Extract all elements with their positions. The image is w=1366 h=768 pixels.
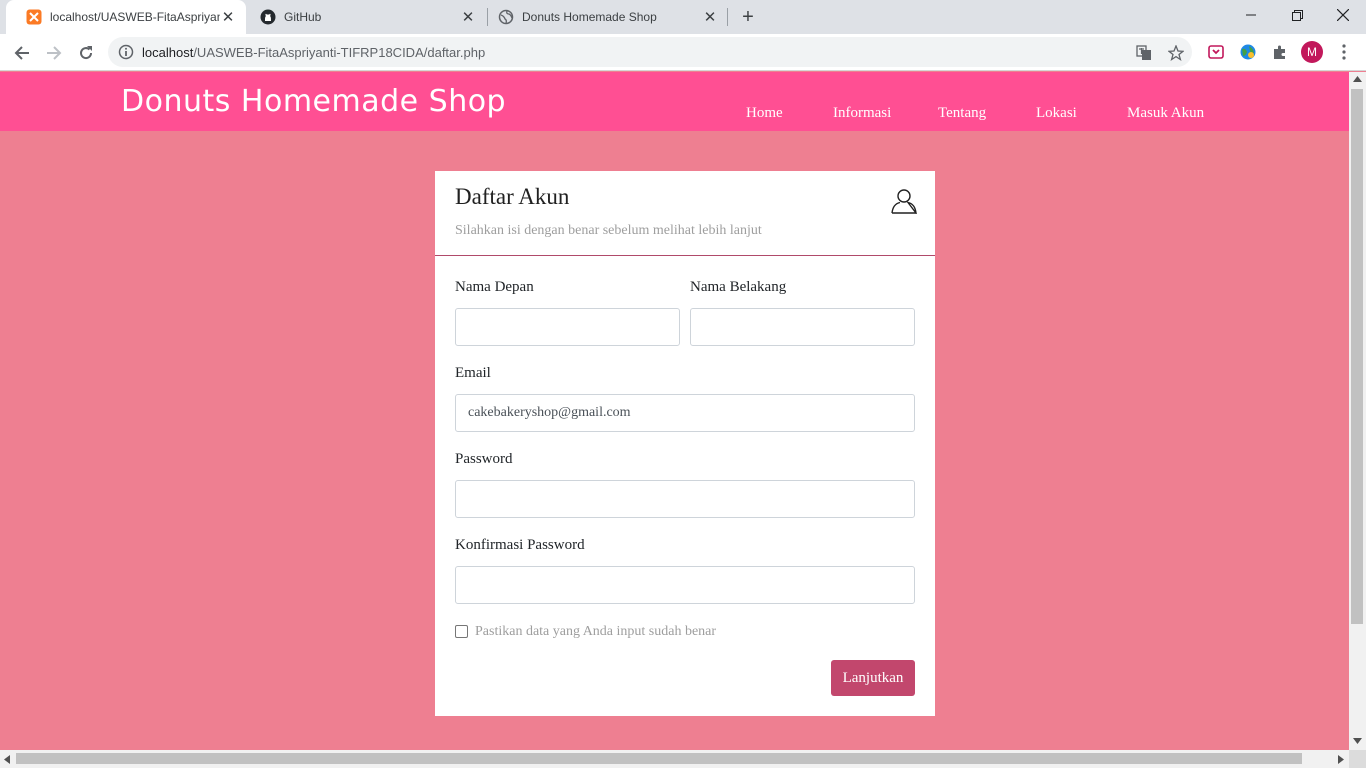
- address-bar[interactable]: localhost/UASWEB-FitaAspriyanti-TIFRP18C…: [108, 37, 1192, 67]
- globe-icon: [498, 9, 514, 25]
- vertical-scroll-thumb[interactable]: [1351, 89, 1363, 624]
- browser-toolbar: localhost/UASWEB-FitaAspriyanti-TIFRP18C…: [0, 34, 1366, 71]
- form-title: Daftar Akun: [455, 184, 570, 209]
- confirm-data-label: Pastikan data yang Anda input sudah bena…: [475, 624, 717, 639]
- close-tab-icon[interactable]: ✕: [702, 9, 718, 26]
- xampp-icon: [26, 9, 42, 25]
- site-brand[interactable]: Donuts Homemade Shop: [121, 84, 506, 119]
- browser-menu-icon[interactable]: [1336, 42, 1352, 62]
- horizontal-scrollbar[interactable]: [0, 750, 1349, 768]
- submit-button[interactable]: Lanjutkan: [831, 660, 915, 696]
- url-text: localhost/UASWEB-FitaAspriyanti-TIFRP18C…: [142, 45, 485, 60]
- url-host: localhost: [142, 45, 194, 60]
- close-tab-icon[interactable]: ✕: [220, 9, 236, 26]
- password-label: Password: [455, 451, 513, 467]
- restore-icon[interactable]: [1274, 0, 1320, 30]
- nav-masuk-akun[interactable]: Masuk Akun: [1127, 105, 1204, 122]
- tab-title: Donuts Homemade Shop: [522, 10, 657, 24]
- scroll-up-icon[interactable]: [1353, 76, 1362, 82]
- email-label: Email: [455, 365, 491, 381]
- browser-tab-daftar[interactable]: localhost/UASWEB-FitaAspriyanti-TIFRP18C…: [6, 0, 246, 34]
- globe-extension-icon[interactable]: [1238, 42, 1258, 62]
- nav-home[interactable]: Home: [746, 105, 783, 122]
- nav-tentang[interactable]: Tentang: [938, 105, 986, 122]
- vertical-scrollbar[interactable]: [1349, 72, 1366, 750]
- profile-avatar[interactable]: M: [1301, 41, 1323, 63]
- site-header: Donuts Homemade Shop Home Informasi Tent…: [0, 72, 1349, 131]
- first-name-label: Nama Depan: [455, 279, 534, 295]
- info-icon[interactable]: [118, 44, 134, 60]
- forward-icon[interactable]: [40, 39, 68, 67]
- nav-lokasi[interactable]: Lokasi: [1036, 105, 1077, 122]
- translate-icon[interactable]: [1135, 44, 1153, 62]
- password-input[interactable]: [455, 480, 915, 518]
- form-subtitle: Silahkan isi dengan benar sebelum meliha…: [455, 223, 762, 238]
- nav-informasi[interactable]: Informasi: [833, 105, 891, 122]
- tab-title: localhost/UASWEB-FitaAspriyanti-TIFRP18C…: [50, 10, 220, 24]
- confirm-password-input[interactable]: [455, 566, 915, 604]
- extensions-puzzle-icon[interactable]: [1270, 42, 1290, 62]
- browser-tab-donuts[interactable]: Donuts Homemade Shop ✕: [478, 0, 728, 34]
- close-window-icon[interactable]: [1320, 0, 1366, 30]
- bookmark-star-icon[interactable]: [1167, 44, 1185, 62]
- user-icon: [891, 188, 917, 216]
- scroll-left-icon[interactable]: [4, 755, 10, 764]
- url-path: /UASWEB-FitaAspriyanti-TIFRP18CIDA/dafta…: [193, 45, 486, 60]
- new-tab-icon[interactable]: +: [736, 5, 760, 29]
- tab-separator: [727, 8, 728, 26]
- last-name-label: Nama Belakang: [690, 279, 787, 295]
- confirm-password-label: Konfirmasi Password: [455, 537, 585, 553]
- register-card: Daftar Akun Silahkan isi dengan benar se…: [435, 171, 935, 716]
- reload-icon[interactable]: [72, 39, 100, 67]
- browser-tab-github[interactable]: GitHub ✕: [240, 0, 486, 34]
- scrollbar-corner: [1349, 750, 1366, 768]
- pocket-extension-icon[interactable]: [1206, 42, 1226, 62]
- last-name-input[interactable]: [690, 308, 915, 346]
- tab-title: GitHub: [284, 10, 322, 24]
- scroll-down-icon[interactable]: [1353, 738, 1362, 744]
- email-input[interactable]: [455, 394, 915, 432]
- github-icon: [260, 9, 276, 25]
- horizontal-scroll-thumb[interactable]: [16, 753, 1302, 764]
- browser-tabstrip: localhost/UASWEB-FitaAspriyanti-TIFRP18C…: [0, 0, 1366, 34]
- scroll-right-icon[interactable]: [1338, 755, 1344, 764]
- confirm-data-checkbox[interactable]: [455, 625, 468, 638]
- back-icon[interactable]: [8, 39, 36, 67]
- first-name-input[interactable]: [455, 308, 680, 346]
- card-header: Daftar Akun Silahkan isi dengan benar se…: [435, 171, 935, 256]
- close-tab-icon[interactable]: ✕: [460, 9, 476, 26]
- minimize-icon[interactable]: [1228, 0, 1274, 30]
